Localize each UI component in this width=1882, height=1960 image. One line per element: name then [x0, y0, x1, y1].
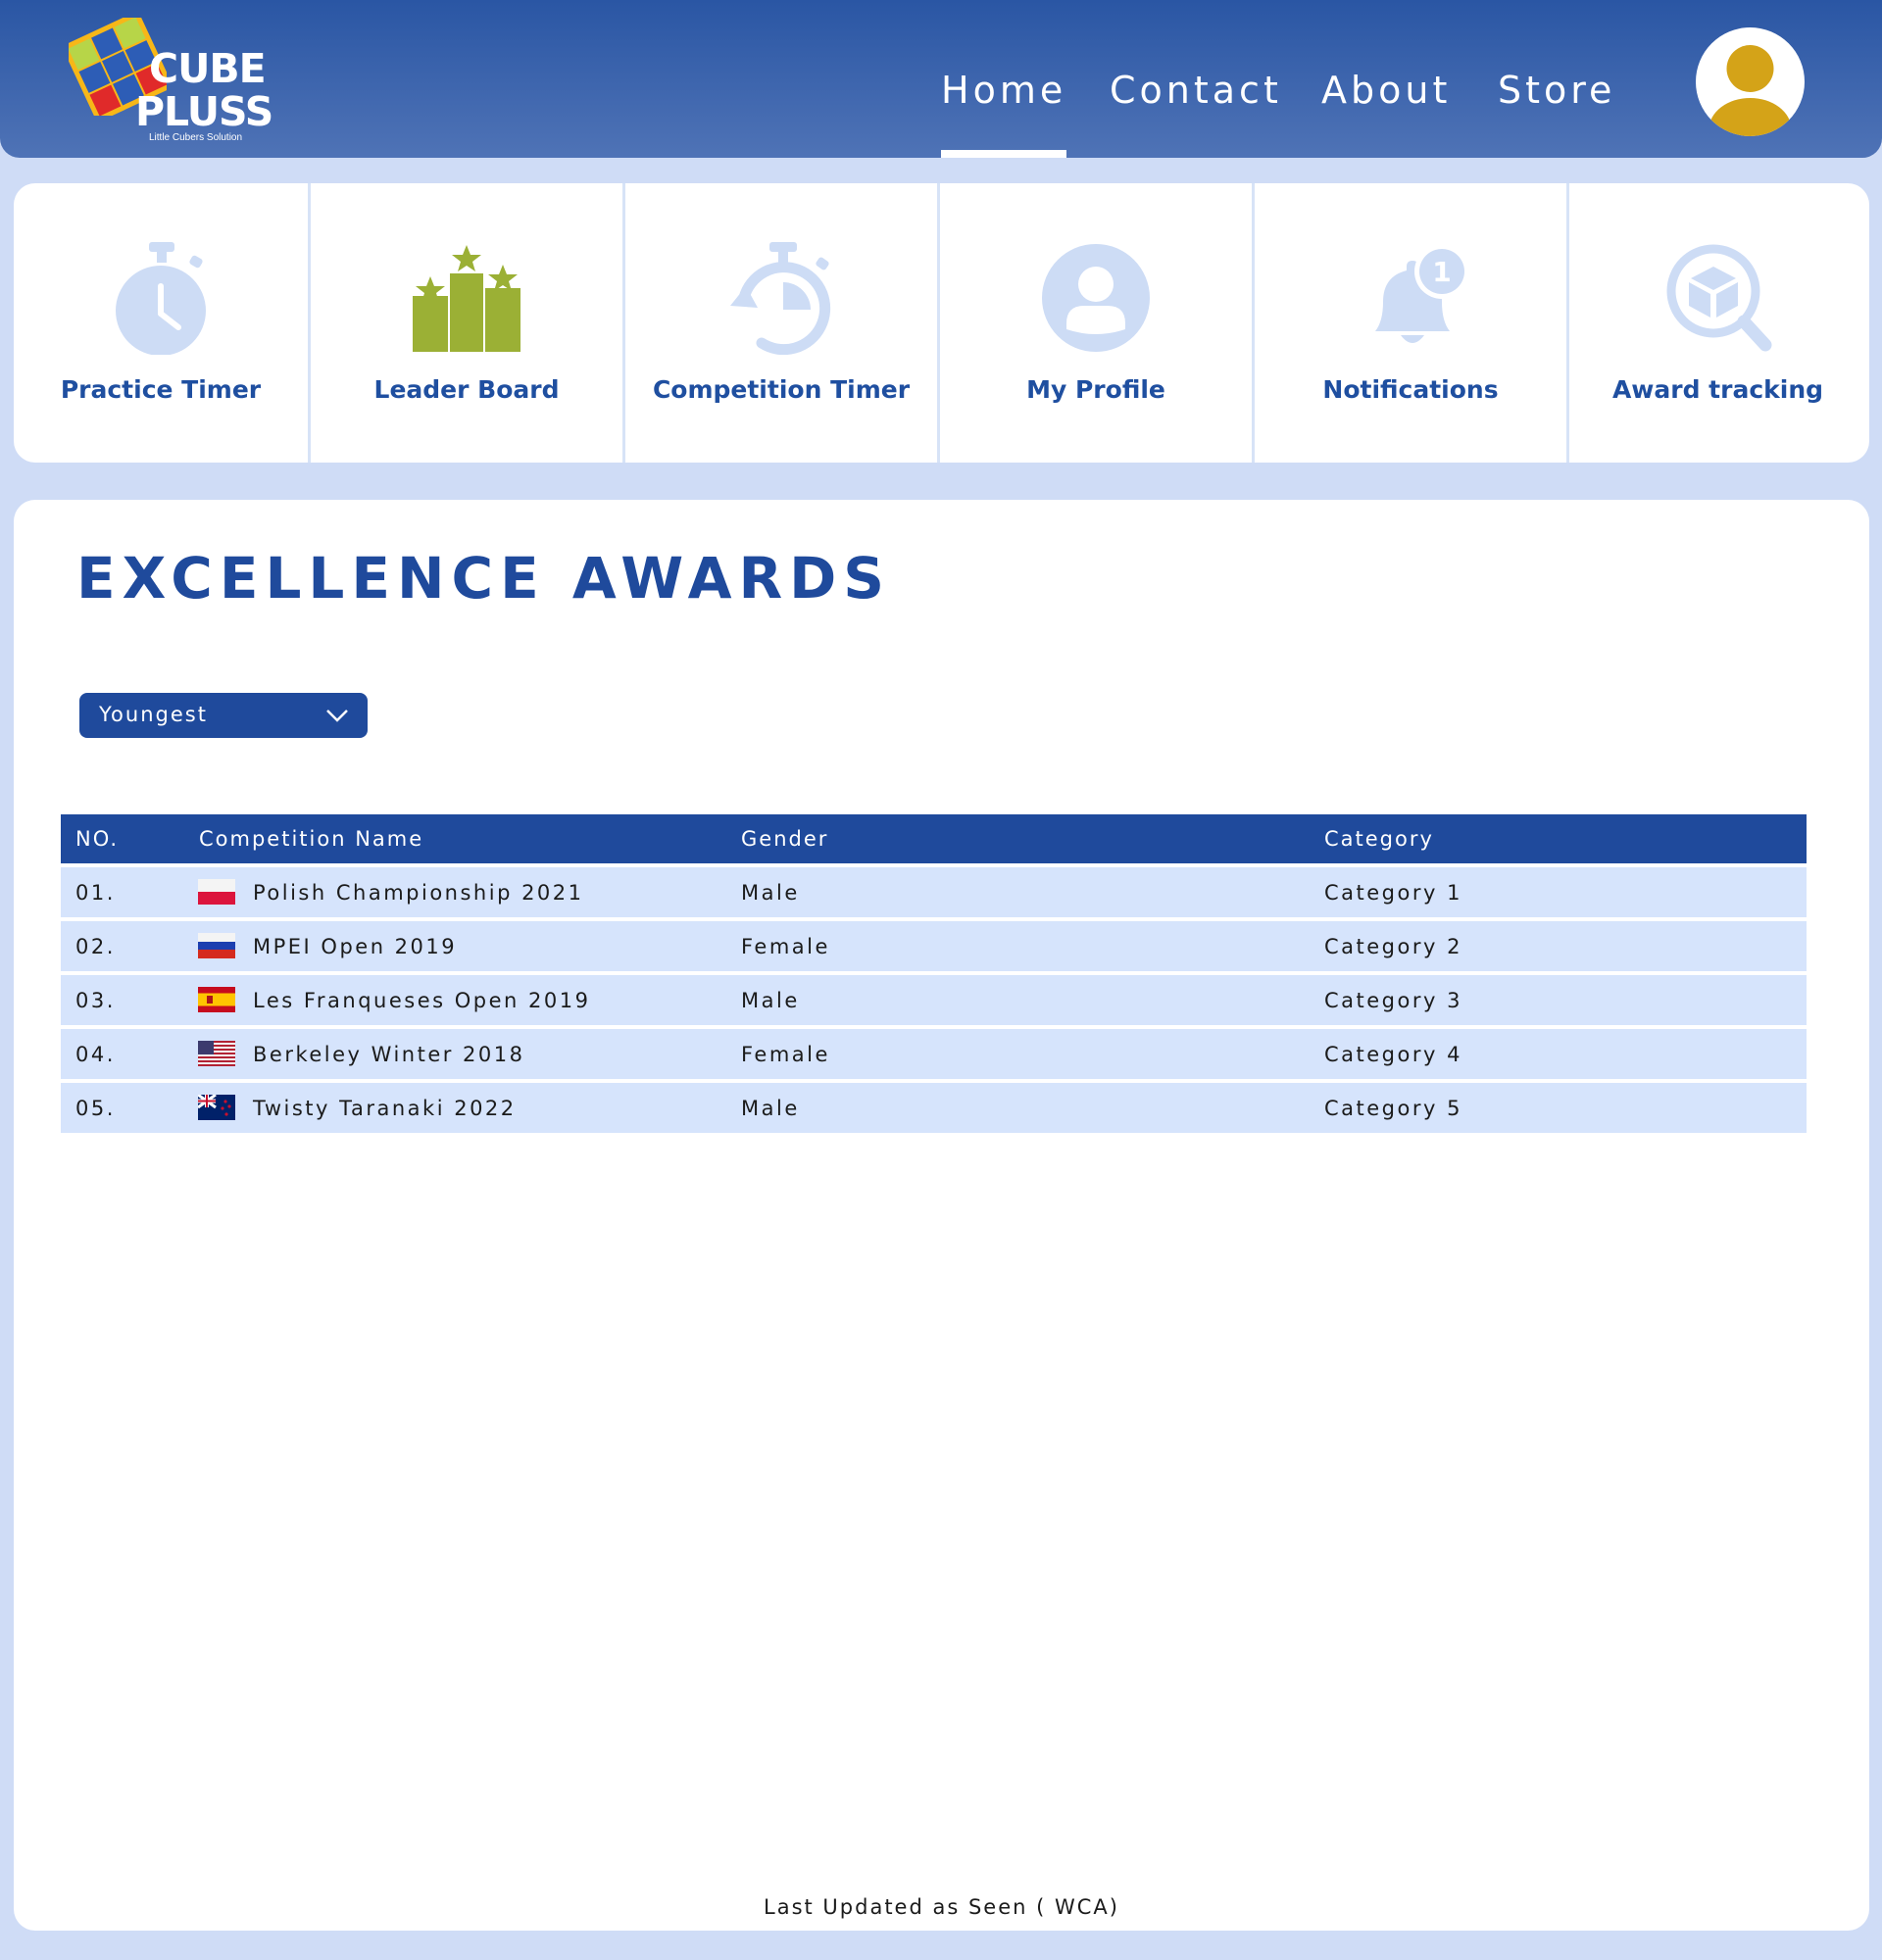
gender: Female — [741, 1043, 830, 1066]
timer-icon — [730, 242, 831, 355]
row-number: 03. — [75, 989, 116, 1012]
table-row[interactable]: 02. MPEI Open 2019 Female Category 2 — [61, 921, 1807, 971]
awards-table: NO. Competition Name Gender Category 01.… — [61, 814, 1807, 1133]
tile-label: Leader Board — [373, 375, 560, 404]
header-gender: Gender — [741, 827, 829, 851]
podium-stars-icon — [413, 245, 520, 352]
category: Category 2 — [1324, 935, 1462, 958]
tile-my-profile[interactable]: My Profile — [940, 183, 1255, 463]
row-number: 04. — [75, 1043, 116, 1066]
category: Category 5 — [1324, 1097, 1462, 1120]
row-number: 05. — [75, 1097, 116, 1120]
sort-filter-dropdown[interactable]: Youngest — [79, 693, 368, 738]
tile-award-tracking[interactable]: Award tracking — [1569, 183, 1866, 463]
user-avatar-icon — [1709, 45, 1792, 136]
user-circle-icon — [1042, 244, 1150, 352]
gender: Male — [741, 881, 800, 905]
nav-store[interactable]: Store — [1498, 69, 1615, 112]
gender: Male — [741, 1097, 800, 1120]
dropdown-selected-value: Youngest — [99, 703, 208, 726]
table-row[interactable]: 01. Polish Championship 2021 Male Catego… — [61, 867, 1807, 917]
nav-home[interactable]: Home — [941, 69, 1067, 158]
table-row[interactable]: 05. Twisty Taranaki 2022 Male Category 5 — [61, 1083, 1807, 1133]
page-title: EXCELLENCE AWARDS — [76, 545, 892, 612]
tile-practice-timer[interactable]: Practice Timer — [14, 183, 311, 463]
table-row[interactable]: 03. Les Franqueses Open 2019 Male Catego… — [61, 975, 1807, 1025]
competition-name: Les Franqueses Open 2019 — [253, 989, 591, 1012]
poland-flag-icon — [198, 879, 235, 905]
category: Category 3 — [1324, 989, 1462, 1012]
last-updated-note: Last Updated as Seen ( WCA) — [764, 1895, 1119, 1919]
tile-label: My Profile — [1026, 375, 1165, 404]
category: Category 1 — [1324, 881, 1462, 905]
bell-icon: 1 — [1375, 244, 1469, 343]
tile-label: Practice Timer — [60, 375, 262, 404]
user-avatar-button[interactable] — [1696, 27, 1805, 136]
tile-competition-timer[interactable]: Competition Timer — [625, 183, 940, 463]
awards-panel: EXCELLENCE AWARDS Youngest NO. Competiti… — [14, 500, 1869, 1931]
competition-name: Berkeley Winter 2018 — [253, 1043, 525, 1066]
header-competition-name: Competition Name — [199, 827, 424, 851]
competition-name: MPEI Open 2019 — [253, 935, 458, 958]
usa-flag-icon — [198, 1041, 235, 1066]
tile-notifications[interactable]: 1 Notifications — [1255, 183, 1569, 463]
header-category: Category — [1324, 827, 1434, 851]
cube-search-icon — [1666, 244, 1771, 352]
svg-text:1: 1 — [1432, 256, 1451, 288]
russia-flag-icon — [198, 933, 235, 958]
spain-flag-icon — [198, 987, 235, 1012]
tile-label: Notifications — [1322, 375, 1499, 404]
table-header: NO. Competition Name Gender Category — [61, 814, 1807, 863]
new-zealand-flag-icon — [198, 1095, 235, 1120]
main-nav: Home Contact About Store — [0, 69, 1882, 158]
nav-about[interactable]: About — [1321, 69, 1451, 112]
category: Category 4 — [1324, 1043, 1462, 1066]
top-navbar: CUBE PLUSS Little Cubers Solution Home C… — [0, 0, 1882, 158]
header-no: NO. — [75, 827, 120, 851]
nav-contact[interactable]: Contact — [1110, 69, 1282, 112]
stopwatch-icon — [116, 242, 206, 355]
tile-label: Competition Timer — [652, 375, 911, 404]
row-number: 01. — [75, 881, 116, 905]
gender: Male — [741, 989, 800, 1012]
table-row[interactable]: 04. Berkeley Winter 2018 Female Category… — [61, 1029, 1807, 1079]
tile-leader-board[interactable]: Leader Board — [311, 183, 625, 463]
competition-name: Twisty Taranaki 2022 — [253, 1097, 517, 1120]
chevron-down-icon — [326, 710, 348, 722]
row-number: 02. — [75, 935, 116, 958]
gender: Female — [741, 935, 830, 958]
competition-name: Polish Championship 2021 — [253, 881, 584, 905]
quick-access-tiles: Practice Timer Leader Board Competition … — [14, 183, 1869, 463]
tile-label: Award tracking — [1611, 375, 1824, 404]
